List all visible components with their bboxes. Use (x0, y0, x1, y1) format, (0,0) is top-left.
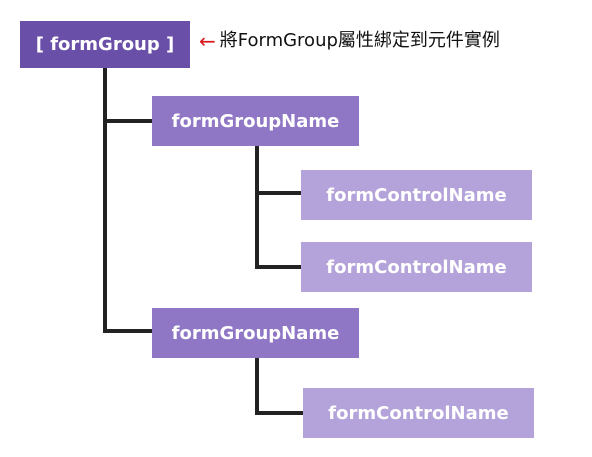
form-control-name-node: formControlName (301, 170, 532, 220)
left-arrow-icon: ← (199, 29, 216, 53)
form-control-name-node: formControlName (303, 388, 534, 438)
form-group-name-label: formGroupName (171, 110, 340, 132)
form-control-name-label: formControlName (326, 256, 507, 278)
form-group-name-node: formGroupName (152, 308, 359, 358)
form-group-root-node: [ formGroup ] (20, 21, 190, 68)
form-group-name-node: formGroupName (152, 96, 359, 146)
form-control-name-node: formControlName (301, 242, 532, 292)
form-control-name-label: formControlName (328, 402, 509, 424)
form-hierarchy-diagram: [ formGroup ] ← 將FormGroup屬性綁定到元件實例 form… (0, 0, 592, 457)
form-control-name-label: formControlName (326, 184, 507, 206)
form-group-name-label: formGroupName (171, 322, 340, 344)
annotation-text: 將FormGroup屬性綁定到元件實例 (219, 30, 500, 51)
binding-annotation: ← 將FormGroup屬性綁定到元件實例 (199, 31, 500, 51)
form-group-root-label: [ formGroup ] (35, 34, 175, 55)
